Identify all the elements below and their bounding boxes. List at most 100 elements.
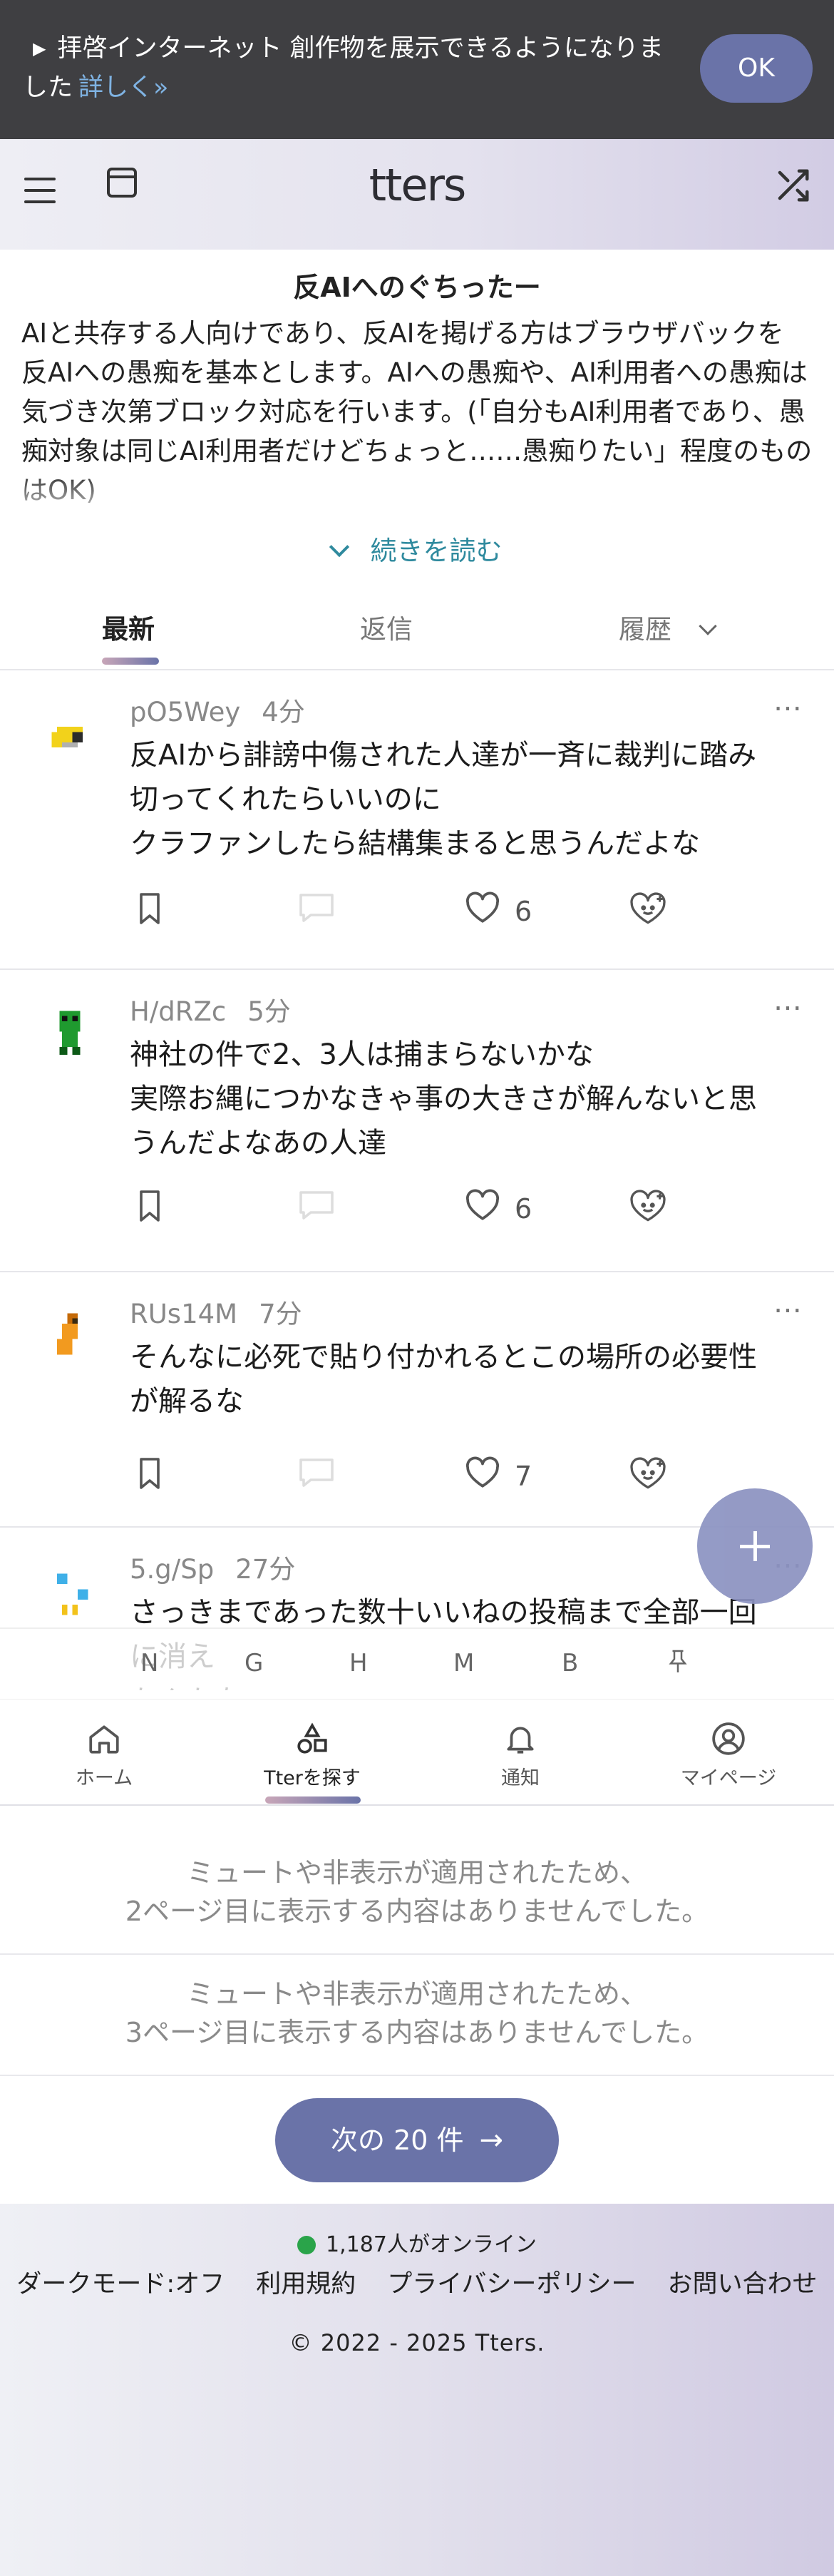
nav-home-label: ホーム bbox=[75, 1767, 133, 1789]
tab-latest[interactable]: 最新 bbox=[102, 608, 155, 646]
post-body: 神社の件で2、3人は捕まらないかな 実際お縄につかなきゃ事の大きさが解んないと思… bbox=[130, 1038, 757, 1160]
bottom-navigation: ホーム Tterを探す 通知 マイページ bbox=[0, 1699, 834, 1806]
feed-tabs: 最新 返信 履歴 bbox=[0, 592, 834, 670]
index-letter[interactable]: H bbox=[349, 1649, 368, 1677]
nav-explore-label: Tterを探す bbox=[264, 1767, 361, 1789]
more-options-icon[interactable]: ⋯ bbox=[773, 692, 803, 725]
post-item[interactable]: H/dRZc 5分 ⋯ 神社の件で2、3人は捕まらないかな 実際お縄につかなきゃ事の大… bbox=[0, 970, 834, 1272]
post-item[interactable]: pO5Wey 4分 ⋯ 反AIから誹謗中傷された人達が一斉に裁判に踏み切ってくれたらい… bbox=[0, 670, 834, 970]
bell-icon bbox=[507, 1727, 534, 1754]
bookmark-icon[interactable] bbox=[135, 1189, 164, 1235]
online-status-dot bbox=[297, 2236, 316, 2254]
muted-page-note: ミュートや非表示が適用されたため、 2ページ目に表示する内容はありませんでした。 bbox=[0, 1829, 834, 1955]
arrow-right-icon: → bbox=[479, 2124, 504, 2157]
play-icon: ▶ bbox=[33, 39, 46, 58]
post-meta: pO5Wey 4分 bbox=[130, 690, 305, 729]
user-avatar[interactable] bbox=[41, 1563, 98, 1620]
index-letter[interactable]: B bbox=[562, 1649, 578, 1677]
nav-mypage-label: マイページ bbox=[680, 1767, 777, 1789]
user-avatar[interactable] bbox=[41, 706, 98, 763]
like-count: 7 bbox=[515, 1461, 532, 1492]
post-item[interactable]: RUs14M 7分 ⋯ そんなに必死で貼り付かれるとこの場所の必要性が解るな 7 bbox=[0, 1272, 834, 1528]
reaction-icon[interactable] bbox=[627, 891, 669, 937]
post-actions: 6 bbox=[0, 1189, 834, 1239]
terms-link[interactable]: 利用規約 bbox=[256, 2270, 356, 2299]
contact-link[interactable]: お問い合わせ bbox=[668, 2270, 818, 2299]
board-title: 反AIへのぐちったー bbox=[293, 272, 541, 303]
post-username[interactable]: pO5Wey bbox=[130, 697, 240, 727]
site-footer: 1,187人がオンライン ダークモード:オフ 利用規約 プライバシーポリシー お問い合… bbox=[0, 2204, 834, 2576]
post-time: 4分 bbox=[262, 697, 305, 727]
heart-icon[interactable] bbox=[465, 1456, 500, 1502]
announcement-ok-button[interactable]: OK bbox=[700, 34, 813, 103]
user-avatar[interactable] bbox=[41, 1308, 98, 1365]
reply-icon[interactable] bbox=[298, 1189, 335, 1235]
active-nav-indicator bbox=[265, 1796, 361, 1804]
chevron-down-icon bbox=[329, 536, 349, 558]
nav-explore[interactable]: Tterを探す bbox=[234, 1721, 391, 1790]
reaction-icon[interactable] bbox=[627, 1189, 669, 1235]
muted-page-note: ミュートや非表示が適用されたため、 3ページ目に表示する内容はありませんでした。 bbox=[0, 1955, 834, 2076]
post-time: 5分 bbox=[247, 996, 291, 1027]
privacy-link[interactable]: プライバシーポリシー bbox=[387, 2270, 636, 2299]
bookmark-icon[interactable] bbox=[135, 891, 164, 937]
post-actions: 6 bbox=[0, 891, 834, 941]
shapes-icon bbox=[297, 1722, 327, 1754]
tab-replies[interactable]: 返信 bbox=[360, 608, 413, 646]
like-count: 6 bbox=[515, 896, 532, 927]
user-circle-icon bbox=[712, 1722, 745, 1755]
post-username[interactable]: 5.g/Sp bbox=[130, 1554, 214, 1585]
site-logo[interactable]: tters bbox=[0, 159, 834, 211]
read-more-label: 続きを読む bbox=[370, 536, 503, 566]
description-fade bbox=[0, 471, 834, 535]
reply-icon[interactable] bbox=[298, 1456, 335, 1502]
index-letter-bar: N G H M B bbox=[0, 1627, 834, 1699]
post-body: そんなに必死で貼り付かれるとこの場所の必要性が解るな bbox=[130, 1341, 757, 1418]
post-actions: 7 bbox=[0, 1456, 834, 1506]
reply-icon[interactable] bbox=[298, 891, 335, 937]
copyright: © 2022 - 2025 Tters. bbox=[289, 2329, 545, 2356]
dark-mode-toggle[interactable]: ダークモード:オフ bbox=[16, 2270, 225, 2299]
active-tab-indicator bbox=[102, 658, 159, 665]
online-count-label: 1,187人がオンライン bbox=[326, 2232, 537, 2257]
heart-icon[interactable] bbox=[465, 891, 500, 937]
more-options-icon[interactable]: ⋯ bbox=[773, 991, 803, 1024]
user-avatar[interactable] bbox=[41, 1006, 98, 1063]
shuffle-icon[interactable] bbox=[773, 166, 812, 205]
post-body: 反AIから誹謗中傷された人達が一斉に裁判に踏み切ってくれたらいいのに クラファン… bbox=[130, 739, 757, 860]
reaction-icon[interactable] bbox=[627, 1456, 669, 1502]
post-username[interactable]: H/dRZc bbox=[130, 996, 226, 1027]
post-time: 27分 bbox=[235, 1554, 296, 1585]
bookmark-icon[interactable] bbox=[135, 1456, 164, 1502]
announcement-text-block: ▶ 拝啓インターネット 創作物を展示できるようになりました 詳しく» bbox=[23, 30, 664, 106]
nav-mypage[interactable]: マイページ bbox=[650, 1721, 807, 1790]
index-letter[interactable]: M bbox=[453, 1649, 474, 1677]
tab-history[interactable]: 履歴 bbox=[619, 608, 717, 646]
tab-history-label: 履歴 bbox=[619, 614, 671, 645]
nav-home[interactable]: ホーム bbox=[26, 1721, 182, 1790]
read-more-link[interactable]: 続きを読む bbox=[0, 529, 834, 568]
pin-icon[interactable] bbox=[667, 1649, 689, 1681]
post-meta: H/dRZc 5分 bbox=[130, 990, 291, 1028]
post-time: 7分 bbox=[259, 1299, 302, 1329]
home-icon bbox=[89, 1725, 119, 1754]
post-username[interactable]: RUs14M bbox=[130, 1299, 237, 1329]
site-header: tters bbox=[0, 139, 834, 250]
heart-icon[interactable] bbox=[465, 1189, 500, 1235]
online-count: 1,187人がオンライン bbox=[0, 2227, 834, 2258]
index-letter[interactable]: G bbox=[244, 1649, 263, 1677]
announcement-details-link[interactable]: 詳しく» bbox=[78, 73, 168, 102]
index-letter[interactable]: N bbox=[140, 1649, 158, 1677]
nav-notifications[interactable]: 通知 bbox=[442, 1721, 599, 1790]
footer-links: ダークモード:オフ 利用規約 プライバシーポリシー お問い合わせ bbox=[0, 2264, 834, 2300]
next-page-label: 次の 20 件 bbox=[330, 2125, 464, 2156]
post-meta: 5.g/Sp 27分 bbox=[130, 1548, 295, 1586]
more-options-icon[interactable]: ⋯ bbox=[773, 1294, 803, 1327]
new-post-button[interactable] bbox=[697, 1488, 813, 1604]
announcement-banner: ▶ 拝啓インターネット 創作物を展示できるようになりました 詳しく» OK bbox=[0, 0, 834, 139]
next-page-button[interactable]: 次の 20 件 → bbox=[275, 2098, 559, 2182]
post-meta: RUs14M 7分 bbox=[130, 1292, 302, 1331]
like-count: 6 bbox=[515, 1193, 532, 1225]
nav-notifications-label: 通知 bbox=[501, 1767, 540, 1789]
chevron-down-icon bbox=[699, 617, 717, 635]
